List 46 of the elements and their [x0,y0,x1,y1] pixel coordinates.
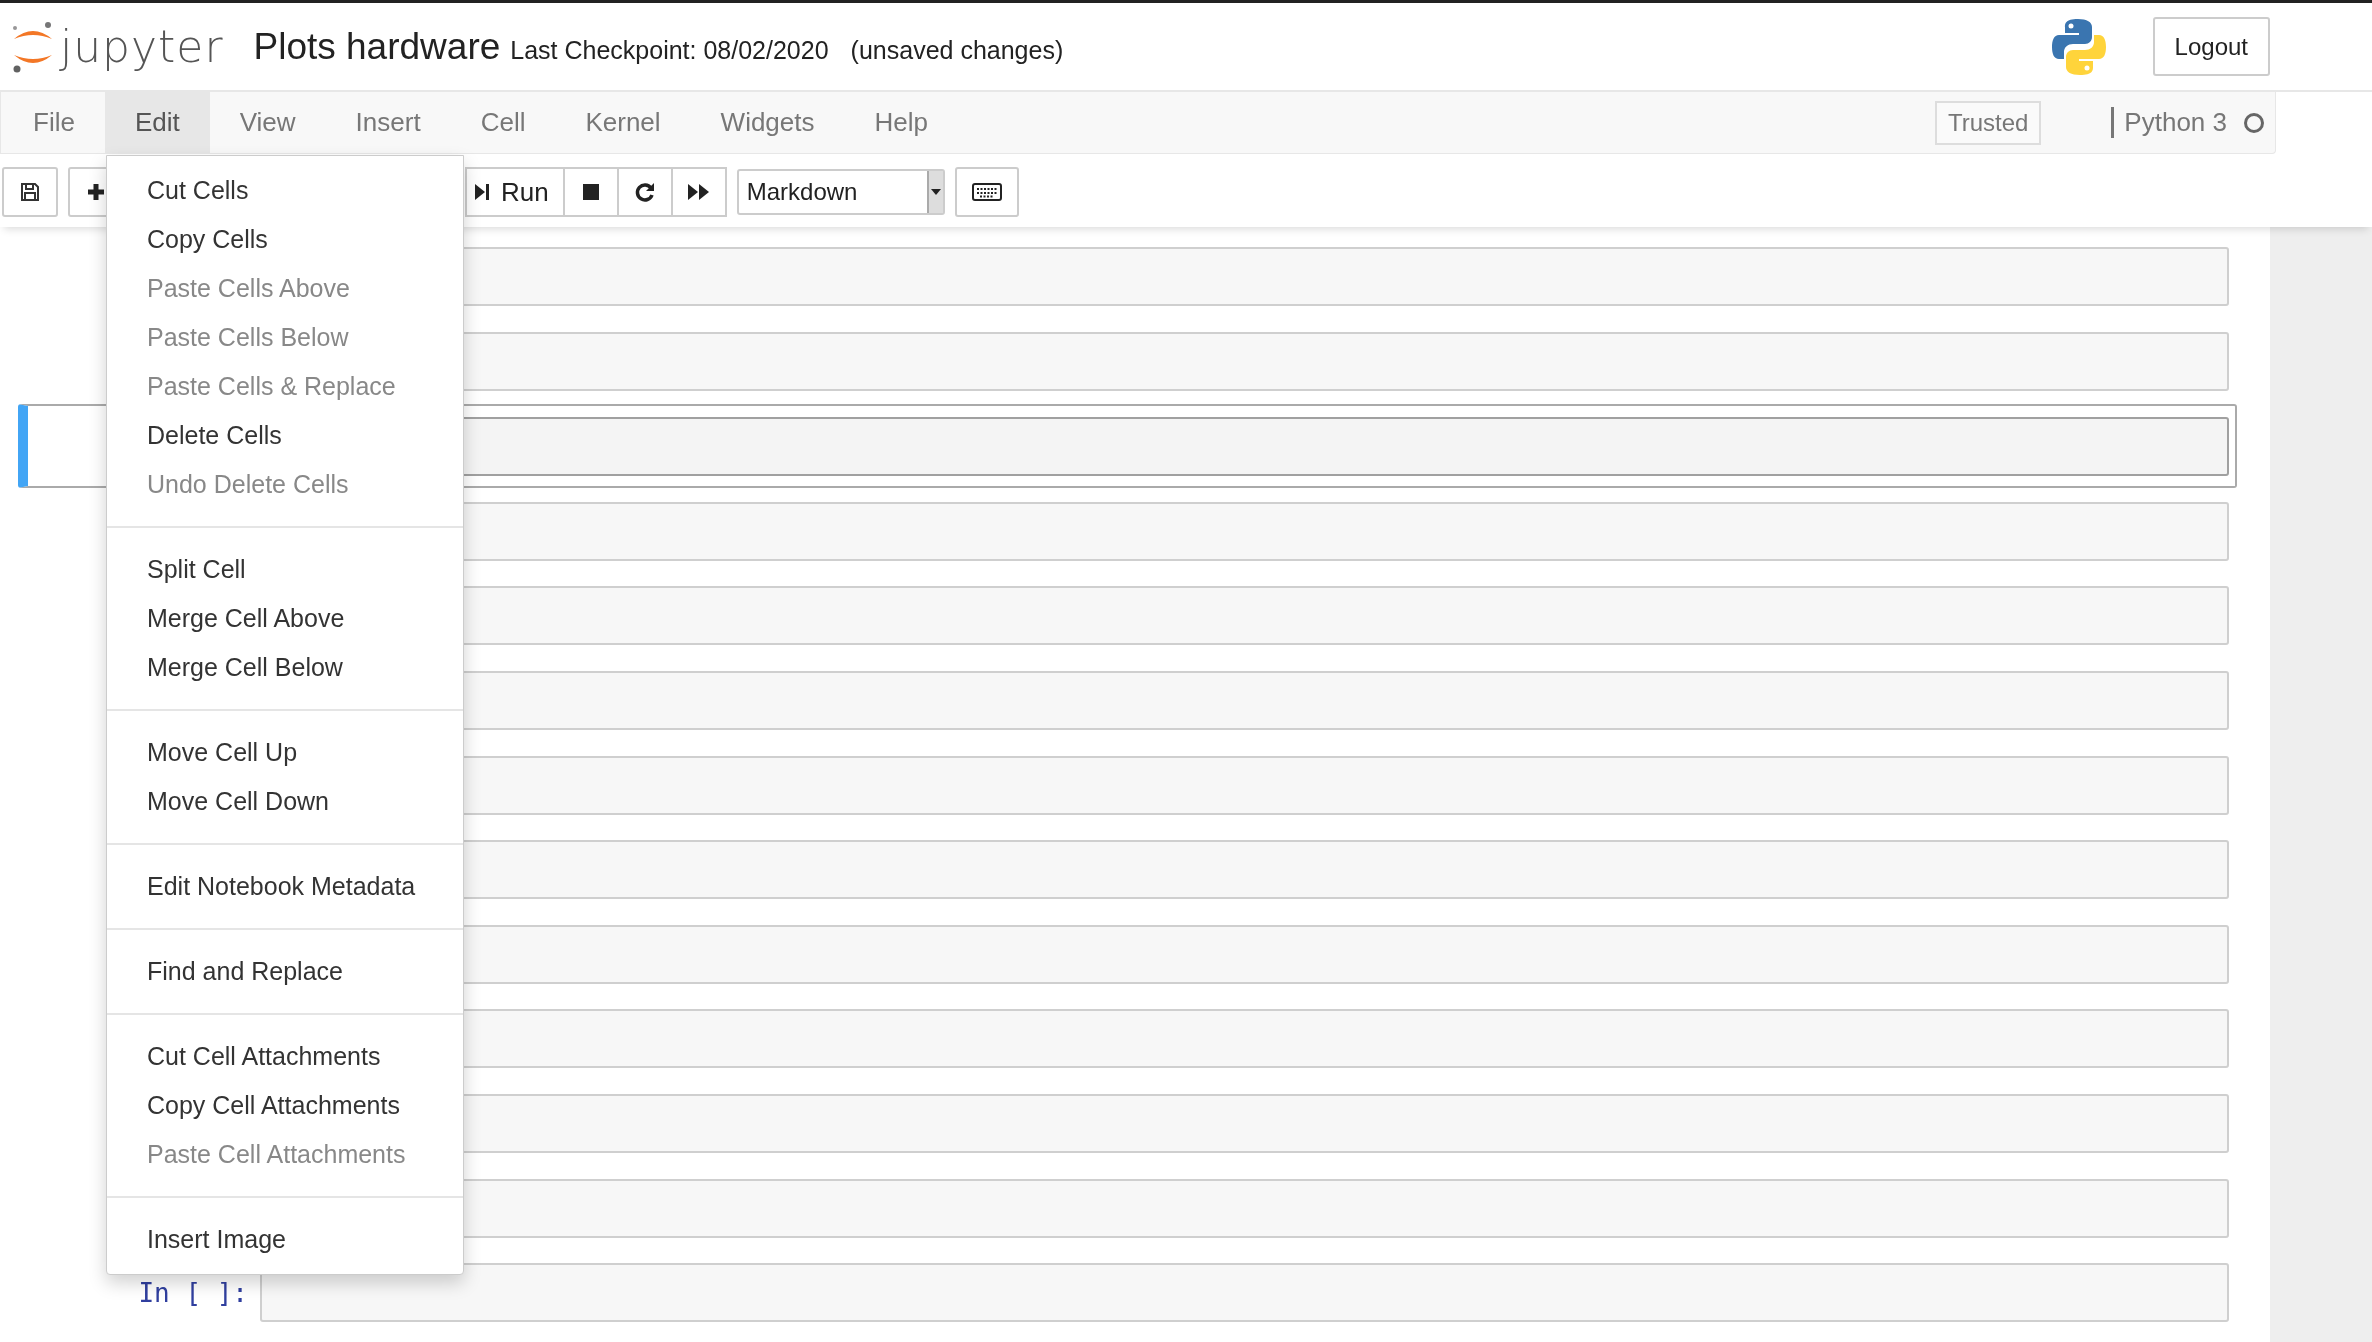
menu-option[interactable]: Cut Cells [107,166,463,215]
menu-item[interactable]: Cell [450,92,556,153]
cell-input-field[interactable] [260,1263,2229,1323]
keyboard-button[interactable] [954,167,1019,217]
menu-option[interactable]: Delete Cells [107,411,463,460]
menu-item[interactable]: View [209,92,326,153]
input-prompt: In [ ]: [137,1277,249,1308]
autosave-status: (unsaved changes) [850,36,1064,65]
menu-option[interactable]: Edit Notebook Metadata [107,862,463,911]
menu-option[interactable]: Move Cell Down [107,777,463,826]
kernel-name: Python 3 [2111,107,2227,138]
restart-button[interactable] [616,167,673,217]
save-button[interactable] [2,167,58,217]
cell-type-dropdown[interactable]: Markdown [736,169,945,215]
step-icon [473,181,491,203]
python-logo-icon [2050,17,2107,76]
plus-icon [85,181,107,203]
logo-text[interactable]: jupyter [60,21,224,72]
menu-option[interactable]: Copy Cell Attachments [107,1081,463,1130]
keyboard-icon [971,183,1002,201]
menu-option[interactable]: Split Cell [107,545,463,594]
restart-icon [633,181,656,203]
save-icon [19,181,41,203]
logout-button[interactable]: Logout [2152,17,2270,76]
checkpoint-status: Last Checkpoint: 08/02/2020 [510,36,829,65]
run-button[interactable]: Run [465,167,565,217]
kernel-idle-icon [2243,111,2265,134]
menu-item[interactable]: Insert [325,92,451,153]
caret-icon [930,189,941,195]
menu-item[interactable]: Edit [104,92,210,153]
fast-forward-button[interactable] [670,167,727,217]
menu-option[interactable]: Merge Cell Above [107,594,463,643]
menu-option[interactable]: Cut Cell Attachments [107,1032,463,1081]
menu-option[interactable]: Copy Cells [107,215,463,264]
menu-item[interactable]: File [3,92,105,153]
menu-item[interactable]: Help [844,92,958,153]
stop-button[interactable] [562,167,619,217]
notebook-name[interactable]: Plots hardware [253,25,501,68]
menu-item[interactable]: Widgets [690,92,845,153]
menu-option[interactable]: Move Cell Up [107,728,463,777]
fast-forward-icon [686,181,711,203]
trusted-indicator[interactable]: Trusted [1934,100,2042,145]
menu-option[interactable]: Insert Image [107,1215,463,1264]
menu-option[interactable]: Find and Replace [107,947,463,996]
menu-option[interactable]: Merge Cell Below [107,643,463,692]
menu-item[interactable]: Kernel [555,92,691,153]
